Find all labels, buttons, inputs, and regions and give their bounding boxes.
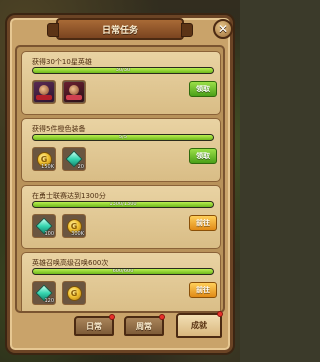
tab-weekly[interactable]: 周常 (124, 314, 165, 336)
reward-slot[interactable]: G (62, 281, 86, 305)
reward-slot[interactable] (62, 80, 86, 104)
progress-bar: 30/30 (32, 67, 214, 74)
task-card: 在勇士联赛达到1300分 1300/1300 100 G 300K 前往 (21, 185, 221, 249)
hero-card-icon (34, 82, 54, 102)
task-title: 获得5件橙色装备 (32, 125, 86, 133)
hero-card-icon (64, 82, 84, 102)
reward-slot[interactable]: 100 (32, 214, 56, 238)
claim-button[interactable]: 领取 (189, 81, 217, 97)
tab-weekly-label: 周常 (136, 321, 152, 331)
go-button[interactable]: 前往 (189, 215, 217, 231)
reward-quantity: 150K (41, 164, 54, 170)
reward-slot[interactable]: G 150K (32, 147, 56, 171)
progress-text: 30/30 (115, 67, 131, 73)
reward-slot[interactable]: G 300K (62, 214, 86, 238)
reward-slot[interactable]: 120 (32, 281, 56, 305)
tab-daily-label: 日常 (86, 321, 102, 331)
panel-title: 日常任务 (47, 18, 193, 40)
task-title: 英雄召唤高级召唤600次 (32, 259, 109, 267)
reward-quantity: 100 (44, 231, 54, 237)
task-card: 获得5件橙色装备 5/5 G 150K 20 领取 (21, 118, 221, 182)
reward-slot[interactable] (32, 80, 56, 104)
progress-text: 5/5 (118, 134, 128, 140)
tab-achievements-label: 成就 (191, 321, 207, 330)
close-button[interactable]: ✕ (213, 19, 233, 39)
progress-text: 1300/1300 (109, 201, 137, 207)
reward-quantity: 300K (71, 231, 84, 237)
go-button[interactable]: 前往 (189, 282, 217, 298)
gold-coin-icon: G (66, 285, 82, 301)
task-title: 在勇士联赛达到1300分 (32, 192, 106, 200)
close-icon: ✕ (217, 22, 229, 36)
notification-dot (217, 311, 223, 317)
task-card: 获得30个10星英雄 30/30 领取 (21, 51, 221, 115)
task-title: 获得30个10星英雄 (32, 58, 92, 66)
reward-quantity: 20 (77, 164, 84, 170)
notification-dot (159, 314, 165, 320)
tab-daily[interactable]: 日常 (74, 314, 115, 336)
progress-bar: 1300/1300 (32, 201, 214, 208)
progress-bar: 5/5 (32, 134, 214, 141)
progress-bar: 600/600 (32, 268, 214, 275)
tab-achievements[interactable]: 成就 (176, 311, 223, 338)
progress-text: 600/600 (112, 268, 134, 274)
reward-slot[interactable]: 20 (62, 147, 86, 171)
claim-button[interactable]: 领取 (189, 148, 217, 164)
reward-quantity: 120 (44, 298, 54, 304)
notification-dot (109, 314, 115, 320)
task-card: 英雄召唤高级召唤600次 600/600 120 G 前往 (21, 252, 221, 311)
task-list[interactable]: 获得30个10星英雄 30/30 领取 获得5件橙色装备 5/5 G 150K 20 领取 在勇士… (15, 45, 225, 313)
